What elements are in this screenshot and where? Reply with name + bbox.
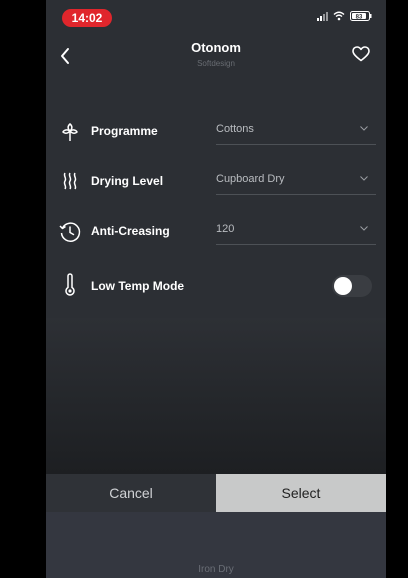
status-bar: 14:02 83: [46, 0, 386, 30]
page-subtitle: Softdesign: [197, 59, 235, 68]
setting-label-low-temp-mode: Low Temp Mode: [91, 279, 185, 293]
status-icons: 83: [317, 11, 372, 21]
setting-label-programme: Programme: [91, 124, 158, 138]
drying-level-select[interactable]: Cupboard Dry: [216, 162, 376, 195]
setting-label-anti-creasing: Anti-Creasing: [91, 224, 170, 238]
thermometer-icon: [58, 273, 82, 297]
svg-text:83: 83: [356, 15, 363, 21]
background-option-label: Iron Dry: [198, 564, 234, 575]
anti-creasing-value: 120: [216, 223, 235, 235]
chevron-down-icon: [360, 176, 368, 181]
phone-screen: 14:02 83 Otonom Softdesign Programme Cot…: [46, 0, 386, 578]
anti-creasing-icon: [58, 220, 82, 244]
setting-row-anti-creasing: Anti-Creasing 120: [46, 212, 386, 252]
programme-value: Cottons: [216, 123, 254, 135]
select-button[interactable]: Select: [216, 474, 386, 512]
setting-row-programme: Programme Cottons: [46, 112, 386, 152]
drying-level-icon: [58, 170, 82, 194]
setting-row-low-temp-mode: Low Temp Mode: [46, 263, 386, 309]
anti-creasing-select[interactable]: 120: [216, 212, 376, 245]
toggle-knob: [334, 277, 352, 295]
page-title: Otonom: [191, 40, 241, 55]
status-time: 14:02: [62, 9, 112, 27]
drying-level-value: Cupboard Dry: [216, 173, 285, 185]
heart-icon[interactable]: [352, 46, 370, 62]
chevron-down-icon: [360, 126, 368, 131]
action-bar: Cancel Select: [46, 474, 386, 512]
header: Otonom Softdesign: [46, 34, 386, 78]
programme-icon: [58, 120, 82, 144]
low-temp-mode-toggle[interactable]: [332, 275, 372, 297]
background-picker-area: Iron Dry: [46, 512, 386, 578]
programme-select[interactable]: Cottons: [216, 112, 376, 145]
chevron-down-icon: [360, 226, 368, 231]
battery-icon: 83: [350, 11, 372, 21]
cancel-button[interactable]: Cancel: [46, 474, 216, 512]
wifi-icon: [333, 11, 345, 21]
setting-row-drying-level: Drying Level Cupboard Dry: [46, 162, 386, 202]
empty-content-area: [46, 318, 386, 474]
setting-label-drying-level: Drying Level: [91, 174, 164, 188]
signal-icon: [317, 11, 328, 21]
